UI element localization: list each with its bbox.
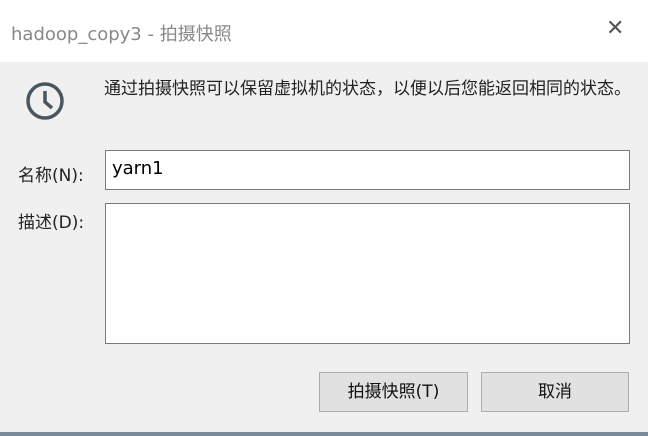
name-input[interactable]: yarn1 <box>105 150 630 190</box>
name-label: 名称(N): <box>18 166 84 186</box>
description-label: 描述(D): <box>18 213 85 233</box>
window-title: hadoop_copy3 - 拍摄快照 <box>11 24 232 45</box>
description-textarea[interactable] <box>105 203 630 344</box>
clock-icon <box>26 82 64 120</box>
description-message: 通过拍摄快照可以保留虚拟机的状态，以便以后您能返回相同的状态。 <box>104 79 631 99</box>
take-snapshot-button[interactable]: 拍摄快照(T) <box>319 372 468 412</box>
title-bar: hadoop_copy3 - 拍摄快照 ✕ <box>0 0 648 62</box>
cancel-button[interactable]: 取消 <box>481 372 629 412</box>
window-border <box>0 432 648 436</box>
close-icon[interactable]: ✕ <box>606 16 624 41</box>
